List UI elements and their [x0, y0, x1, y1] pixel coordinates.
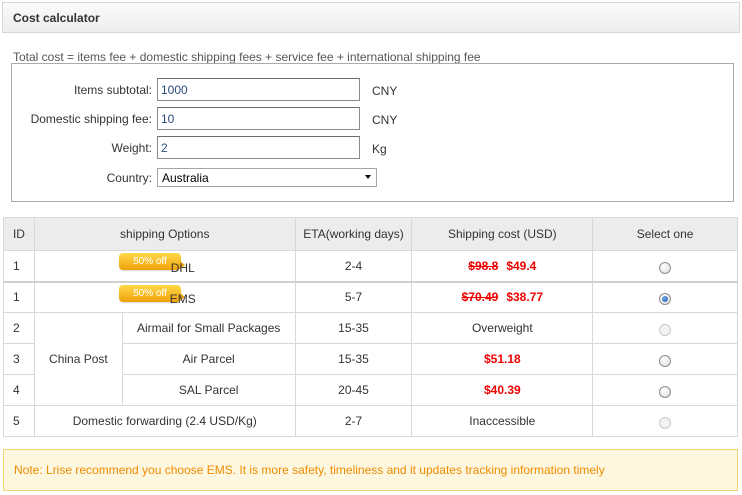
option-cell: 50% off EMS: [33, 280, 296, 313]
country-select-value: Australia: [162, 171, 209, 185]
option-name: DHL: [170, 260, 195, 275]
eta-cell: 2-7: [294, 405, 413, 437]
items-subtotal-row: Items subtotal: CNY: [12, 78, 733, 102]
price-cell: Inaccessible: [411, 405, 594, 437]
price-cell: Overweight: [411, 312, 594, 344]
select-radio-sal-parcel[interactable]: [659, 385, 672, 398]
select-cell: [592, 250, 738, 282]
option-name: Domestic forwarding (2.4 USD/Kg): [33, 405, 296, 437]
header-select-one: Select one: [592, 217, 738, 251]
select-cell: [592, 343, 738, 375]
option-name: EMS: [169, 292, 196, 307]
price-cell: $40.39: [411, 374, 594, 406]
price-cell: $70.49 $38.77: [411, 280, 594, 313]
row-id: 3: [3, 343, 35, 375]
country-label: Country:: [106, 171, 152, 185]
weight-label: Weight:: [111, 141, 152, 155]
panel-header: Cost calculator: [2, 2, 740, 33]
calculator-form: Items subtotal: CNY Domestic shipping fe…: [11, 63, 734, 202]
table-header-row: ID shipping Options ETA(working days) Sh…: [3, 217, 738, 251]
select-cell: [592, 405, 738, 437]
option-name: Airmail for Small Packages: [121, 312, 296, 344]
header-shipping-options: shipping Options: [33, 217, 296, 251]
eta-cell: 20-45: [294, 374, 413, 406]
option-name: SAL Parcel: [121, 374, 296, 406]
header-shipping-cost: Shipping cost (USD): [411, 217, 594, 251]
option-cell: 50% off DHL: [33, 250, 296, 282]
row-id: 1: [3, 280, 35, 313]
chevron-down-icon: [365, 175, 371, 179]
country-row: Country: Australia: [12, 168, 733, 192]
eta-cell: 5-7: [294, 280, 413, 313]
select-radio-air-parcel[interactable]: [659, 354, 672, 367]
table-row: 2 China Post Airmail for Small Packages …: [3, 312, 738, 406]
old-price: $98.8: [468, 258, 499, 273]
header-id: ID: [3, 217, 35, 251]
new-price: $49.4: [506, 258, 537, 273]
weight-input[interactable]: [157, 136, 360, 159]
eta-cell: 2-4: [294, 250, 413, 282]
select-cell: [592, 312, 738, 344]
select-radio-dhl[interactable]: [659, 261, 672, 274]
row-id: 5: [3, 405, 35, 437]
table-row: 1 50% off DHL 2-4 $98.8 $49.4: [3, 250, 738, 282]
select-radio-domestic-forwarding[interactable]: [659, 416, 672, 429]
select-cell: [592, 374, 738, 406]
cost-formula: Total cost = items fee + domestic shippi…: [13, 50, 481, 64]
select-cell: [592, 280, 738, 313]
header-eta: ETA(working days): [294, 217, 413, 251]
select-radio-ems[interactable]: [659, 293, 672, 306]
new-price: $38.77: [506, 290, 544, 305]
domestic-fee-unit: CNY: [372, 113, 398, 127]
row-id: 2: [3, 312, 35, 344]
eta-cell: 15-35: [294, 343, 413, 375]
table-row: 1 50% off EMS 5-7 $70.49 $38.77: [3, 280, 738, 313]
country-select[interactable]: Australia: [157, 168, 377, 187]
price-cell: $98.8 $49.4: [411, 250, 594, 282]
weight-unit: Kg: [372, 142, 387, 156]
panel-title: Cost calculator: [13, 11, 100, 25]
shipping-options-table: ID shipping Options ETA(working days) Sh…: [3, 217, 738, 437]
table-row: 5 Domestic forwarding (2.4 USD/Kg) 2-7 I…: [3, 405, 738, 437]
option-name: Air Parcel: [121, 343, 296, 375]
items-subtotal-label: Items subtotal:: [73, 83, 152, 97]
domestic-fee-input[interactable]: [157, 107, 360, 130]
items-subtotal-input[interactable]: [157, 78, 360, 101]
recommendation-note: Note: Lrise recommend you choose EMS. It…: [3, 449, 738, 491]
select-radio-airmail[interactable]: [659, 323, 672, 336]
price-cell: $51.18: [411, 343, 594, 375]
carrier-group-cell: China Post: [33, 312, 123, 406]
old-price: $70.49: [461, 290, 499, 305]
domestic-fee-row: Domestic shipping fee: CNY: [12, 107, 733, 131]
weight-row: Weight: Kg: [12, 136, 733, 160]
row-id: 4: [3, 374, 35, 406]
row-id: 1: [3, 250, 35, 282]
domestic-fee-label: Domestic shipping fee:: [30, 112, 152, 126]
items-subtotal-unit: CNY: [372, 84, 398, 98]
note-text: Note: Lrise recommend you choose EMS. It…: [14, 463, 605, 477]
eta-cell: 15-35: [294, 312, 413, 344]
